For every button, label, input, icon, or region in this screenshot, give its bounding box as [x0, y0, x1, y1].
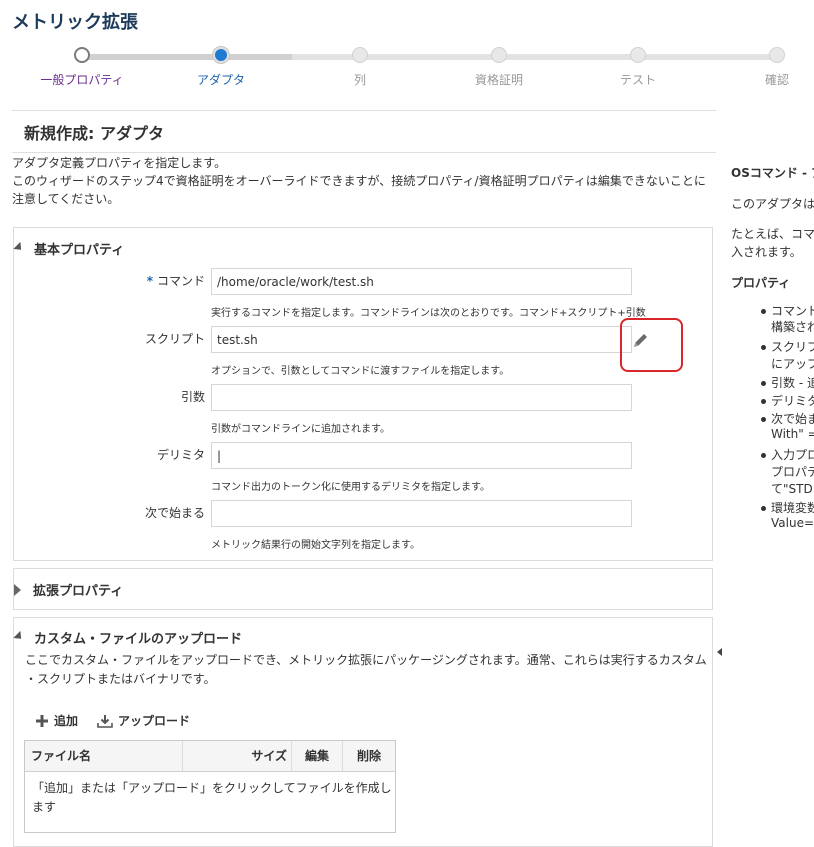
extended-properties-header[interactable]: 拡張プロパティ: [14, 580, 123, 599]
train-line-done: [82, 54, 292, 60]
help-bullet-text: 構築され: [771, 320, 814, 334]
train-label-credentials: 資格証明: [474, 73, 523, 87]
custom-upload-title: カスタム・ファイルのアップロード: [34, 632, 243, 647]
page-title: メトリック拡張: [12, 12, 138, 33]
collapse-icon: [13, 630, 25, 642]
upload-button[interactable]: アップロード: [96, 712, 190, 729]
bullet-icon: [761, 506, 766, 511]
required-icon: *: [146, 274, 153, 288]
intro-line: このウィザードのステップ4で資格証明をオーバーライドできますが、接続プロパティ/…: [12, 174, 706, 188]
help-title: OSコマンド - ア: [731, 166, 814, 180]
col-filename[interactable]: ファイル名: [25, 741, 183, 771]
help-bullet-text: 環境変数: [771, 501, 814, 515]
bullet-icon: [761, 399, 766, 404]
upload-button-label: アップロード: [118, 714, 191, 728]
divider: [12, 152, 716, 153]
intro-text: アダプタ定義プロパティを指定します。 このウィザードのステップ4で資格証明をオー…: [12, 154, 717, 208]
col-delete: 削除: [343, 741, 395, 771]
delimiter-label: デリミタ: [156, 448, 205, 462]
help-bullet-text: 引数 - 追: [771, 376, 814, 390]
command-label: * コマンド: [146, 274, 205, 288]
help-props-title: プロパティ: [731, 276, 791, 290]
plus-icon: [36, 714, 48, 727]
upload-icon: [97, 714, 113, 728]
wizard-train: 一般プロパティ アダプタ 列 資格証明 テスト 確認: [0, 44, 814, 94]
train-stop-review: [769, 47, 785, 63]
args-input[interactable]: [211, 384, 632, 411]
command-input[interactable]: [211, 268, 632, 295]
starts-with-hint: メトリック結果行の開始文字列を指定します。: [211, 540, 420, 551]
bullet-icon: [761, 417, 766, 422]
custom-upload-header[interactable]: カスタム・ファイルのアップロード: [13, 628, 243, 647]
train-stop-credentials: [491, 47, 507, 63]
expand-icon: [14, 583, 21, 596]
command-hint: 実行するコマンドを指定します。コマンドラインは次のとおりです。コマンド+スクリプ…: [211, 308, 646, 319]
train-stop-test: [630, 47, 646, 63]
help-pane: OSコマンド - ア このアダプタは たとえば、コマ 入されます。 プロパティ …: [720, 150, 814, 710]
bullet-icon: [761, 345, 766, 350]
help-bullet-text: 次で始ま: [771, 412, 814, 426]
divider: [12, 110, 716, 111]
bullet-icon: [761, 309, 766, 314]
empty-message-line: 「追加」または「アップロード」をクリックしてファイルを作成し: [32, 781, 392, 795]
intro-line: アダプタ定義プロパティを指定します。: [12, 156, 227, 170]
table-empty-message: 「追加」または「アップロード」をクリックしてファイルを作成し ます: [32, 779, 392, 817]
starts-with-input[interactable]: [211, 500, 632, 527]
help-bullet-text: デリミタ: [771, 394, 814, 408]
basic-properties-title: 基本プロパティ: [34, 243, 125, 258]
train-stop-columns: [352, 47, 368, 63]
help-bullet-text: にアップ: [771, 357, 814, 371]
starts-with-label: 次で始まる: [144, 506, 205, 520]
train-stop-general[interactable]: [74, 47, 90, 63]
description-line: ・スクリプトまたはバイナリです。: [25, 672, 216, 686]
highlight-callout: [620, 318, 683, 372]
train-label-columns: 列: [353, 73, 366, 87]
script-label: スクリプト: [144, 332, 205, 346]
help-bullet-text: スクリプ: [771, 340, 814, 354]
col-size[interactable]: サイズ: [183, 741, 292, 771]
empty-message-line: ます: [32, 800, 57, 814]
train-label-adapter: アダプタ: [196, 73, 245, 87]
add-button-label: 追加: [54, 714, 79, 728]
bullet-icon: [761, 453, 766, 458]
help-bullet-text: て"STD: [771, 482, 813, 496]
train-label-general[interactable]: 一般プロパティ: [22, 71, 142, 88]
delimiter-input[interactable]: [211, 442, 632, 469]
train-stop-adapter[interactable]: [213, 47, 229, 63]
upload-toolbar: 追加 アップロード: [34, 712, 208, 729]
collapse-icon: [13, 241, 25, 253]
basic-properties-header[interactable]: 基本プロパティ: [13, 239, 125, 258]
help-text: たとえば、コマ: [731, 227, 814, 241]
args-hint: 引数がコマンドラインに追加されます。: [211, 424, 390, 435]
description-line: ここでカスタム・ファイルをアップロードでき、メトリック拡張にパッケージングされま…: [25, 653, 707, 667]
delimiter-hint: コマンド出力のトークン化に使用するデリミタを指定します。: [211, 482, 490, 493]
train-label-review: 確認: [764, 73, 789, 87]
help-text: 入されます。: [731, 245, 802, 259]
bullet-icon: [761, 381, 766, 386]
help-text: このアダプタは: [731, 197, 814, 211]
help-bullet-text: コマンド: [771, 304, 814, 318]
extended-properties-title: 拡張プロパティ: [33, 584, 124, 599]
script-input[interactable]: [211, 326, 632, 353]
train-label-test: テスト: [619, 73, 656, 87]
custom-upload-description: ここでカスタム・ファイルをアップロードでき、メトリック拡張にパッケージングされま…: [25, 651, 715, 689]
help-bullet-text: 入力プロ: [771, 448, 814, 462]
intro-line: 注意してください。: [12, 192, 120, 206]
help-bullet-text: With" =: [771, 427, 814, 441]
script-hint: オプションで、引数としてコマンドに渡すファイルを指定します。: [211, 366, 510, 377]
args-label: 引数: [180, 390, 205, 404]
file-table: ファイル名 サイズ 編集 削除 「追加」または「アップロード」をクリックしてファ…: [24, 740, 396, 833]
col-edit: 編集: [292, 741, 343, 771]
section-title: 新規作成: アダプタ: [24, 124, 164, 143]
help-bullet-text: プロパテ: [771, 465, 814, 479]
help-bullet-text: Value=: [771, 516, 814, 530]
add-button[interactable]: 追加: [34, 712, 78, 729]
